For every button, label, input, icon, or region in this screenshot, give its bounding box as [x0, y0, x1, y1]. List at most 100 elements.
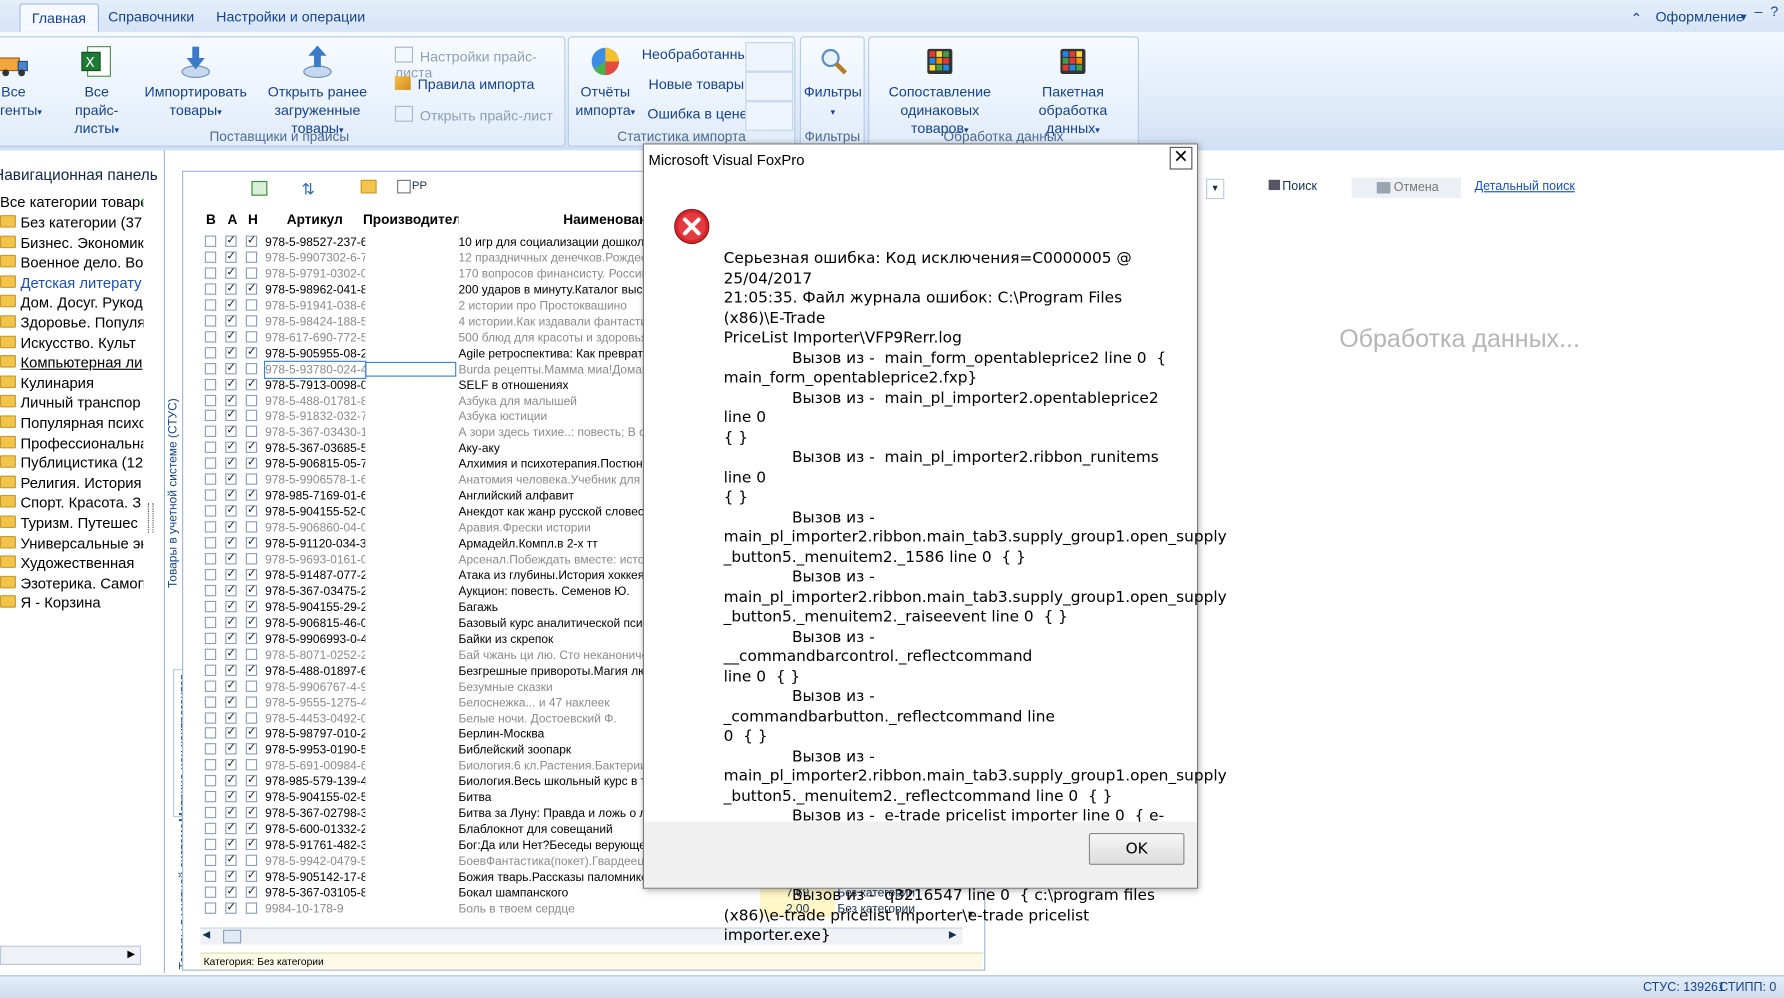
checkbox-n[interactable]	[245, 837, 258, 852]
checkbox-n[interactable]	[245, 902, 258, 914]
import-reports-button[interactable]: Отчёты импорта▾	[573, 44, 637, 121]
checkbox-a[interactable]	[225, 646, 237, 662]
checkbox-b[interactable]	[204, 902, 217, 914]
checkbox-b[interactable]	[204, 330, 217, 343]
checkbox-a[interactable]	[225, 233, 237, 249]
tree-item-category[interactable]: Дом. Досуг. Рукод	[0, 294, 143, 313]
side-tab-stus[interactable]: Товары в учетной системе (СТУС)	[166, 398, 180, 588]
checkbox-a[interactable]	[225, 884, 237, 900]
splitter-handle[interactable]	[147, 502, 154, 533]
checkbox-a[interactable]	[225, 424, 237, 440]
checkbox-b[interactable]	[204, 410, 217, 422]
checkbox-n[interactable]	[245, 503, 258, 519]
checkbox-a[interactable]	[225, 344, 237, 360]
search-button[interactable]: Поиск	[1268, 179, 1317, 193]
checkbox-a[interactable]	[225, 408, 237, 424]
checkbox-n[interactable]	[245, 535, 258, 551]
design-dropdown-icon[interactable]: ▼	[1739, 11, 1749, 22]
checkbox-a[interactable]	[225, 329, 237, 344]
checkbox-a[interactable]	[225, 630, 237, 646]
checkbox-n[interactable]	[245, 884, 258, 900]
checkbox-a[interactable]	[225, 583, 237, 598]
all-agents-button[interactable]: Все агенты▾	[0, 44, 44, 121]
checkbox-a[interactable]	[225, 392, 237, 408]
hierarchy-icon[interactable]: ⇅	[302, 180, 315, 199]
checkbox-a[interactable]	[225, 297, 237, 313]
checkbox-a[interactable]	[225, 614, 237, 630]
scroll-thumb[interactable]	[223, 929, 242, 944]
all-pricelists-button[interactable]: X Все прайс-листы▾	[53, 44, 139, 140]
checkbox-n[interactable]	[245, 456, 258, 471]
checkbox-a[interactable]	[225, 535, 237, 551]
nav-horizontal-scrollbar[interactable]: ▶	[0, 945, 142, 966]
checkbox-n[interactable]	[245, 854, 258, 867]
checkbox-b[interactable]	[204, 870, 217, 882]
checkbox-n[interactable]	[245, 695, 258, 708]
checkbox-n[interactable]	[245, 553, 258, 565]
checkbox-n[interactable]	[245, 759, 258, 771]
checkbox-b[interactable]	[204, 426, 217, 438]
checkbox-a[interactable]	[225, 360, 237, 376]
checkbox-b[interactable]	[204, 314, 217, 327]
checkbox-b[interactable]	[204, 473, 217, 486]
folder-icon[interactable]	[360, 179, 377, 194]
checkbox-b[interactable]	[204, 695, 217, 708]
checkbox-b[interactable]	[204, 727, 217, 740]
tree-item-category[interactable]: Здоровье. Популя	[0, 314, 143, 333]
col-header-b[interactable]: В	[206, 212, 216, 228]
tree-item-category[interactable]: Туризм. Путешес	[0, 514, 138, 533]
checkbox-n[interactable]	[245, 330, 258, 343]
close-button[interactable]: ✕	[1169, 146, 1193, 170]
checkbox-a[interactable]	[225, 519, 237, 535]
checkbox-b[interactable]	[204, 838, 217, 851]
checkbox-a[interactable]	[225, 265, 237, 281]
checkbox-b[interactable]	[204, 394, 217, 406]
checkbox-n[interactable]	[245, 344, 258, 360]
tree-item-category[interactable]: Детская литерату	[0, 274, 142, 293]
checkbox-b[interactable]	[204, 235, 217, 247]
checkbox-n[interactable]	[245, 598, 258, 614]
checkbox-b[interactable]	[204, 664, 217, 676]
tab-directories[interactable]: Справочники	[108, 9, 194, 25]
checkbox-b[interactable]	[204, 680, 217, 692]
rp-checkbox[interactable]	[397, 179, 411, 194]
checkbox-a[interactable]	[225, 678, 237, 694]
tree-item-category[interactable]: Личный транспор	[0, 394, 141, 413]
checkbox-n[interactable]	[245, 281, 258, 297]
checkbox-a[interactable]	[225, 773, 237, 789]
checkbox-b[interactable]	[204, 378, 217, 390]
col-header-name[interactable]: Наименование	[563, 212, 645, 228]
checkbox-n[interactable]	[245, 773, 258, 789]
checkbox-b[interactable]	[204, 616, 217, 628]
checkbox-n[interactable]	[245, 567, 258, 583]
ok-button[interactable]: OK	[1088, 833, 1185, 865]
checkbox-n[interactable]	[245, 473, 258, 486]
checkbox-b[interactable]	[204, 584, 217, 597]
checkbox-n[interactable]	[245, 376, 258, 392]
export-icon[interactable]	[251, 180, 268, 196]
filters-button[interactable]: Фильтры ▾	[803, 44, 862, 121]
checkbox-a[interactable]	[225, 789, 237, 805]
tree-item-category[interactable]: Публицистика (12	[0, 454, 143, 473]
checkbox-a[interactable]	[225, 440, 237, 456]
checkbox-a[interactable]	[225, 456, 237, 471]
col-header-n[interactable]: Н	[248, 212, 258, 228]
checkbox-n[interactable]	[245, 362, 258, 374]
checkbox-b[interactable]	[204, 362, 217, 374]
checkbox-a[interactable]	[225, 741, 237, 757]
compare-goods-button[interactable]: Сопоставление одинаковых товаров▾	[872, 44, 1009, 140]
checkbox-a[interactable]	[225, 868, 237, 884]
checkbox-b[interactable]	[204, 822, 217, 835]
price-error-link[interactable]: Ошибка в цене	[647, 106, 747, 122]
import-goods-button[interactable]: Импортировать товары▾	[142, 44, 249, 121]
new-goods-link[interactable]: Новые товары	[649, 76, 745, 92]
checkbox-b[interactable]	[204, 648, 217, 660]
tree-item-category[interactable]: Религия. История	[0, 474, 142, 493]
checkbox-a[interactable]	[225, 805, 237, 821]
checkbox-n[interactable]	[245, 440, 258, 456]
checkbox-n[interactable]	[245, 267, 258, 279]
tab-home[interactable]: Главная	[19, 3, 99, 32]
tree-item-category[interactable]: Художественная	[0, 554, 134, 573]
checkbox-a[interactable]	[225, 662, 237, 678]
checkbox-b[interactable]	[204, 457, 217, 470]
